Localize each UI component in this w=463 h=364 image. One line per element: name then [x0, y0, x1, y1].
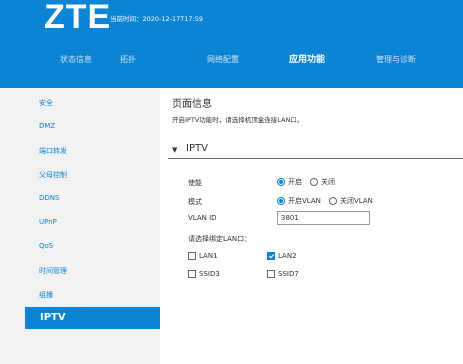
vlan-id-label: VLAN ID: [188, 214, 217, 222]
nav-management-diagnostics[interactable]: 管理与诊断: [376, 50, 416, 70]
ssid7-checkbox[interactable]: [267, 270, 275, 278]
sidebar-item-dmz[interactable]: DMZ: [39, 122, 55, 130]
sidebar-item-ddns[interactable]: DDNS: [39, 194, 59, 202]
lan2-label: LAN2: [278, 252, 297, 260]
mode-vlan-off-radio[interactable]: [329, 197, 337, 205]
section-divider: [168, 158, 463, 159]
collapse-triangle-icon[interactable]: ▼: [172, 146, 177, 154]
nav-network-config[interactable]: 网络配置: [207, 50, 239, 70]
enable-on-radio[interactable]: [277, 178, 285, 186]
sidebar-item-qos[interactable]: QoS: [39, 242, 53, 250]
page-description: 开启IPTV功能时，请选择机顶盒连接LAN口。: [172, 116, 304, 124]
lan1-label: LAN1: [199, 252, 218, 260]
sidebar-item-time-management[interactable]: 时间管理: [39, 266, 67, 276]
ssid3-label: SSID3: [199, 270, 220, 278]
mode-label: 模式: [188, 198, 202, 206]
nav-applications[interactable]: 应用功能: [289, 50, 325, 70]
sidebar-item-security[interactable]: 安全: [39, 98, 53, 108]
lan2-checkbox[interactable]: [267, 252, 275, 260]
enable-on-label: 开启: [288, 178, 302, 186]
sidebar-item-port-forwarding[interactable]: 端口转发: [39, 146, 67, 156]
mode-vlan-on-radio[interactable]: [277, 197, 285, 205]
nav-topology[interactable]: 拓扑: [120, 50, 136, 70]
sidebar-item-multicast[interactable]: 组播: [39, 290, 53, 300]
mode-vlan-on-label: 开启VLAN: [288, 197, 321, 205]
ssid3-checkbox[interactable]: [188, 270, 196, 278]
vlan-id-input[interactable]: 3801: [277, 211, 370, 225]
enable-off-radio[interactable]: [310, 178, 318, 186]
mode-vlan-off-label: 关闭VLAN: [340, 197, 373, 205]
zte-logo: ZTE: [44, 0, 112, 36]
enable-off-label: 关闭: [321, 178, 335, 186]
sidebar-item-iptv-label: IPTV: [40, 312, 66, 323]
enable-label: 使能: [188, 179, 202, 187]
current-time: 当前时间：2020-12-17T17:59: [110, 15, 203, 23]
section-title[interactable]: IPTV: [186, 143, 208, 154]
sidebar-item-upnp[interactable]: UPnP: [39, 218, 57, 226]
lan-binding-prompt: 请选择绑定LAN口：: [188, 235, 252, 243]
lan1-checkbox[interactable]: [188, 252, 196, 260]
ssid7-label: SSID7: [278, 270, 299, 278]
main-nav: 状态信息 拓扑 网络配置 应用功能 管理与诊断: [0, 50, 463, 70]
sidebar-item-parental-control[interactable]: 父母控制: [39, 170, 67, 180]
nav-status-info[interactable]: 状态信息: [60, 50, 92, 70]
page-title: 页面信息: [172, 99, 212, 110]
top-header: ZTE 当前时间：2020-12-17T17:59 状态信息 拓扑 网络配置 应…: [0, 0, 463, 88]
